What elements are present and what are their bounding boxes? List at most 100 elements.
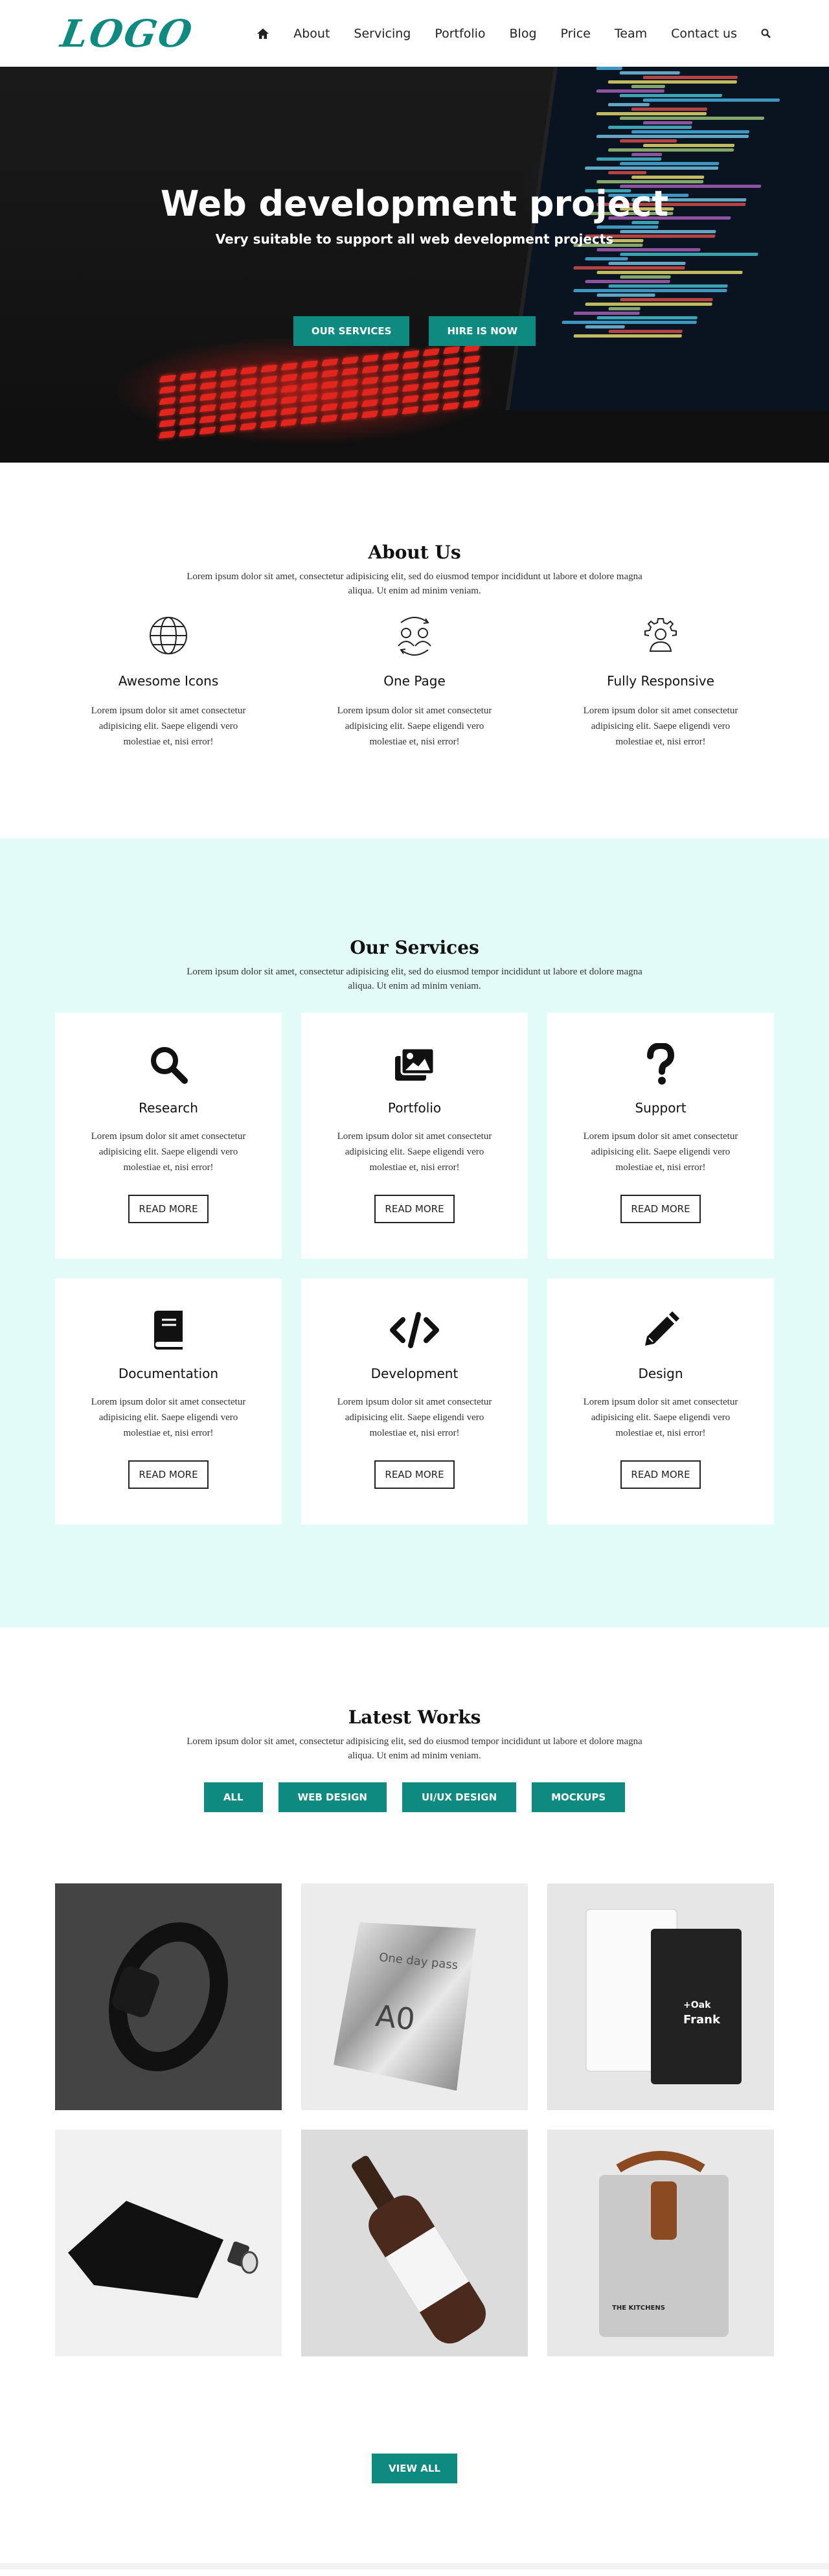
service-card-support: Support Lorem ipsum dolor sit amet conse… [547, 1013, 774, 1259]
service-card-design: Design Lorem ipsum dolor sit amet consec… [547, 1278, 774, 1524]
services-section: Our Services Lorem ipsum dolor sit amet,… [0, 838, 829, 1627]
keyboard-key [219, 424, 237, 433]
view-all-button[interactable]: VIEW ALL [372, 2454, 457, 2483]
code-line [596, 248, 701, 251]
nav-item-price[interactable]: Price [561, 27, 591, 41]
keyboard-key [321, 392, 339, 400]
pencil-icon [547, 1307, 774, 1353]
filter-uiux-design-button[interactable]: UI/UX DESIGN [402, 1782, 517, 1812]
code-line [642, 98, 780, 102]
code-line [608, 284, 728, 288]
navbar: LOGO About Servicing Portfolio Blog Pric… [0, 0, 829, 67]
keyboard-key [240, 400, 257, 408]
keyboard-key [381, 363, 400, 372]
filter-all-button[interactable]: ALL [203, 1782, 263, 1812]
read-more-button[interactable]: READ MORE [128, 1195, 209, 1223]
nav-item-team[interactable]: Team [615, 27, 647, 41]
keyboard-key [219, 402, 237, 411]
keyboard-key [260, 364, 278, 373]
latest-works-section: Latest Works Lorem ipsum dolor sit amet,… [0, 1627, 829, 2570]
bag-label: THE KITCHENS [612, 2305, 665, 2312]
code-line [608, 307, 641, 310]
feature-text: Lorem ipsum dolor sit amet consectetur a… [583, 706, 738, 747]
our-services-button[interactable]: OUR SERVICES [293, 316, 410, 346]
paper-bag-mockup-image[interactable]: THE KITCHENS [547, 2130, 774, 2356]
search-icon[interactable] [761, 29, 771, 38]
service-card-documentation: Documentation Lorem ipsum dolor sit amet… [55, 1278, 282, 1524]
keyboard-key [240, 389, 258, 397]
service-text: Lorem ipsum dolor sit amet consectetur a… [91, 1397, 246, 1438]
foil-pouch-mockup-image[interactable]: One day pass A0 [301, 1883, 528, 2110]
nav-item-portfolio[interactable]: Portfolio [435, 27, 485, 41]
watch-mockup-image[interactable] [55, 1883, 282, 2110]
keyboard-key [199, 415, 217, 424]
filter-mockups-button[interactable]: MOCKUPS [532, 1782, 626, 1812]
feature-title: Awesome Icons [118, 673, 219, 689]
keyboard-key [280, 373, 298, 382]
service-title: Research [139, 1100, 198, 1116]
bag-brand: +Oak [683, 2000, 711, 2010]
code-line [584, 167, 719, 170]
code-line [620, 275, 671, 279]
service-title: Design [638, 1366, 683, 1381]
service-title: Development [370, 1366, 459, 1381]
keyboard-graphic [122, 341, 513, 463]
question-icon [547, 1042, 774, 1087]
search-icon [55, 1042, 282, 1087]
read-more-button[interactable]: READ MORE [620, 1460, 701, 1489]
page-bottom-bar [0, 2563, 829, 2570]
spout-pouch-mockup-image[interactable] [55, 2130, 282, 2356]
code-line [573, 266, 685, 270]
keyboard-key [199, 404, 217, 413]
keyboard-key [159, 397, 176, 406]
service-title: Portfolio [387, 1100, 442, 1116]
read-more-button[interactable]: READ MORE [374, 1460, 455, 1489]
keyboard-key [381, 385, 399, 394]
code-line [585, 303, 712, 306]
keyboard-key [422, 393, 440, 401]
home-icon[interactable] [256, 28, 269, 40]
keyboard-key [442, 402, 460, 411]
keyboard-key [422, 382, 440, 390]
keyboard-key [321, 414, 338, 422]
code-line [608, 103, 650, 106]
service-card-research: Research Lorem ipsum dolor sit amet cons… [55, 1013, 282, 1259]
packaging-bags-mockup-image[interactable]: +Oak Frank [547, 1883, 774, 2110]
feature-fully-responsive: Fully Responsive Lorem ipsum dolor sit a… [576, 615, 745, 750]
wine-bottle-mockup-image[interactable] [301, 2130, 528, 2356]
read-more-button[interactable]: READ MORE [128, 1460, 209, 1489]
keyboard-key [341, 389, 359, 398]
code-line [596, 112, 707, 115]
nav-item-servicing[interactable]: Servicing [354, 27, 411, 41]
keyboard-key [220, 391, 237, 399]
keyboard-key [422, 404, 440, 413]
keyboard-key [219, 413, 237, 422]
code-line [620, 253, 758, 256]
hire-button[interactable]: HIRE IS NOW [429, 316, 536, 346]
nav-item-blog[interactable]: Blog [510, 27, 537, 41]
keyboard-key [442, 357, 460, 365]
filter-web-design-button[interactable]: WEB DESIGN [278, 1782, 387, 1812]
keyboard-key [381, 374, 400, 383]
hero-buttons: OUR SERVICES HIRE IS NOW [0, 316, 829, 346]
code-line [596, 67, 623, 70]
read-more-button[interactable]: READ MORE [374, 1195, 455, 1223]
keyboard-key [462, 389, 480, 397]
keyboard-key [159, 385, 177, 394]
keyboard-key [321, 403, 338, 411]
keyboard-key [179, 384, 197, 392]
code-line [585, 257, 628, 260]
works-filters: ALL WEB DESIGN UI/UX DESIGN MOCKUPS [0, 1782, 829, 1812]
code-line [608, 148, 734, 152]
logo[interactable]: LOGO [58, 12, 197, 56]
services-grid: Research Lorem ipsum dolor sit amet cons… [55, 1013, 774, 1524]
code-line [585, 280, 670, 283]
keyboard-key [462, 366, 481, 375]
keyboard-key [260, 420, 277, 429]
keyboard-key [341, 378, 359, 387]
service-text: Lorem ipsum dolor sit amet consectetur a… [91, 1131, 246, 1173]
keyboard-key [159, 408, 176, 417]
nav-item-about[interactable]: About [293, 27, 330, 41]
nav-item-contact[interactable]: Contact us [671, 27, 737, 41]
read-more-button[interactable]: READ MORE [620, 1195, 701, 1223]
